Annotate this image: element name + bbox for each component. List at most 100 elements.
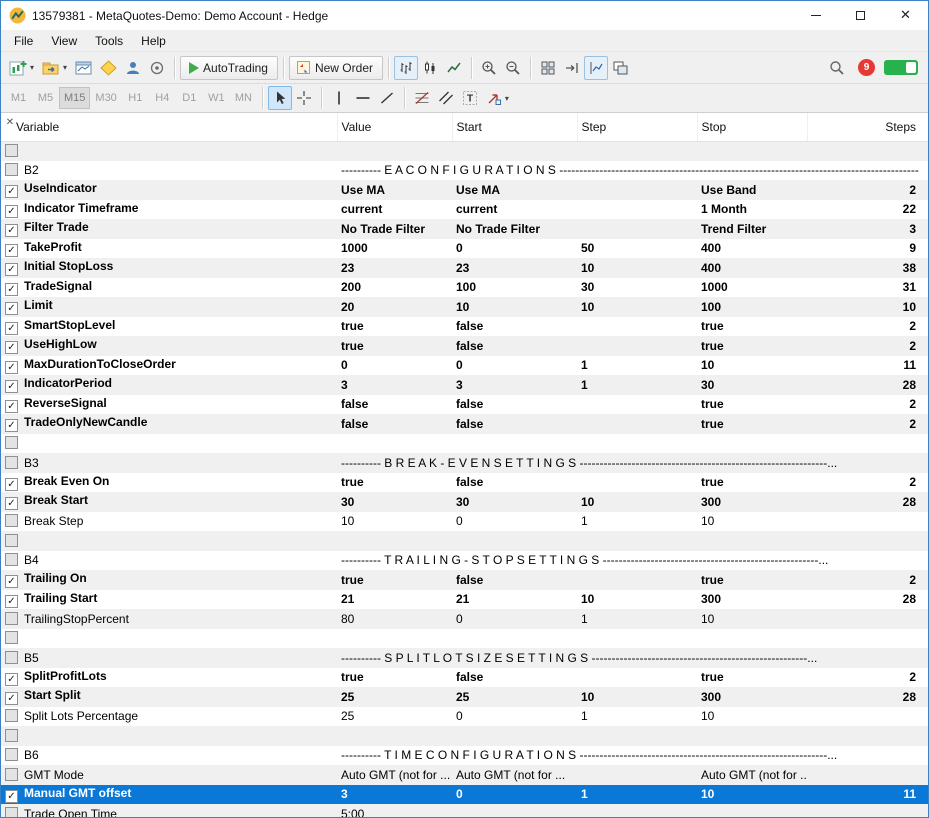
row-checkbox[interactable]: ✓	[5, 244, 18, 257]
row-checkbox[interactable]	[5, 651, 18, 664]
row-checkbox[interactable]	[5, 456, 18, 469]
close-button[interactable]: ✕	[883, 1, 928, 30]
param-row[interactable]: ✓TradeSignal20010030100031	[1, 278, 928, 298]
bar-chart-button[interactable]	[394, 56, 418, 80]
minimize-button[interactable]	[793, 1, 838, 30]
param-row[interactable]: ✓Indicator Timeframecurrentcurrent1 Mont…	[1, 200, 928, 220]
vertical-line-button[interactable]	[327, 86, 351, 110]
new-chart-button[interactable]: ▾	[5, 56, 38, 80]
row-checkbox[interactable]: ✓	[5, 283, 18, 296]
horizontal-line-button[interactable]	[351, 86, 375, 110]
param-row[interactable]: ✓Initial StopLoss23231040038	[1, 258, 928, 278]
col-header-stop[interactable]: Stop	[697, 113, 807, 141]
row-checkbox[interactable]: ✓	[5, 341, 18, 354]
param-row[interactable]: ✓SmartStopLeveltruefalsetrue2	[1, 317, 928, 337]
param-row[interactable]: ✓Limit20101010010	[1, 297, 928, 317]
search-button[interactable]	[825, 56, 849, 80]
row-checkbox[interactable]: ✓	[5, 692, 18, 705]
row-checkbox[interactable]	[5, 144, 18, 157]
timeframe-w1[interactable]: W1	[203, 87, 230, 109]
profiles-button[interactable]: ▾	[38, 56, 71, 80]
spacer-row[interactable]	[1, 726, 928, 746]
row-checkbox[interactable]: ✓	[5, 575, 18, 588]
section-row[interactable]: B3---------- B R E A K - E V E N S E T T…	[1, 453, 928, 473]
row-checkbox[interactable]: ✓	[5, 497, 18, 510]
param-row[interactable]: Trade Open Time5:00	[1, 804, 928, 817]
param-row[interactable]: Split Lots Percentage250110	[1, 707, 928, 727]
cascade-windows-button[interactable]	[608, 56, 633, 80]
section-row[interactable]: B2---------- E A C O N F I G U R A T I O…	[1, 161, 928, 181]
row-checkbox[interactable]: ✓	[5, 322, 18, 335]
row-checkbox[interactable]: ✓	[5, 205, 18, 218]
fibonacci-button[interactable]	[410, 86, 434, 110]
section-row[interactable]: B5---------- S P L I T L O T S I Z E S E…	[1, 648, 928, 668]
autotrading-button[interactable]: AutoTrading	[180, 56, 278, 80]
param-row[interactable]: ✓SplitProfitLotstruefalsetrue2	[1, 668, 928, 688]
section-row[interactable]: B6---------- T I M E C O N F I G U R A T…	[1, 746, 928, 766]
row-checkbox[interactable]	[5, 709, 18, 722]
text-button[interactable]: T	[458, 86, 482, 110]
row-checkbox[interactable]	[5, 436, 18, 449]
row-checkbox[interactable]: ✓	[5, 380, 18, 393]
col-header-start[interactable]: Start	[452, 113, 577, 141]
timeframe-h1[interactable]: H1	[122, 87, 149, 109]
candlestick-chart-button[interactable]	[418, 56, 442, 80]
cursor-button[interactable]	[268, 86, 292, 110]
param-row[interactable]: GMT ModeAuto GMT (not for ...Auto GMT (n…	[1, 765, 928, 785]
row-checkbox[interactable]: ✓	[5, 595, 18, 608]
row-checkbox[interactable]: ✓	[5, 478, 18, 491]
section-row[interactable]: B4---------- T R A I L I N G - S T O P S…	[1, 551, 928, 571]
maximize-button[interactable]	[838, 1, 883, 30]
timeframe-m15[interactable]: M15	[59, 87, 90, 109]
menu-view[interactable]: View	[42, 32, 86, 50]
tile-windows-button[interactable]	[536, 56, 560, 80]
param-row[interactable]: ✓Trailing Start21211030028	[1, 590, 928, 610]
param-row[interactable]: ✓UseHighLowtruefalsetrue2	[1, 336, 928, 356]
row-checkbox[interactable]	[5, 534, 18, 547]
row-checkbox[interactable]	[5, 631, 18, 644]
param-row[interactable]: ✓IndicatorPeriod3313028	[1, 375, 928, 395]
timeframe-m30[interactable]: M30	[90, 87, 121, 109]
line-chart-button[interactable]	[442, 56, 466, 80]
col-header-steps[interactable]: Steps	[807, 113, 928, 141]
row-checkbox[interactable]	[5, 553, 18, 566]
row-checkbox[interactable]: ✓	[5, 224, 18, 237]
row-checkbox[interactable]	[5, 768, 18, 781]
chart-window-button[interactable]	[71, 56, 96, 80]
timeframe-mn[interactable]: MN	[230, 87, 257, 109]
col-header-step[interactable]: Step	[577, 113, 697, 141]
param-row[interactable]: ✓ReverseSignalfalsefalsetrue2	[1, 395, 928, 415]
param-row[interactable]: ✓Start Split25251030028	[1, 687, 928, 707]
col-header-variable[interactable]: Variable	[1, 113, 337, 141]
row-checkbox[interactable]: ✓	[5, 400, 18, 413]
zoom-in-button[interactable]	[477, 56, 501, 80]
auto-scroll-button[interactable]	[560, 56, 584, 80]
param-row[interactable]: Break Step100110	[1, 512, 928, 532]
param-row[interactable]: ✓TakeProfit10000504009	[1, 239, 928, 259]
param-row[interactable]: ✓Filter TradeNo Trade FilterNo Trade Fil…	[1, 219, 928, 239]
spacer-row[interactable]	[1, 141, 928, 161]
row-checkbox[interactable]	[5, 514, 18, 527]
trendline-button[interactable]	[375, 86, 399, 110]
row-checkbox[interactable]: ✓	[5, 302, 18, 315]
menu-tools[interactable]: Tools	[86, 32, 132, 50]
timeframe-m1[interactable]: M1	[5, 87, 32, 109]
spacer-row[interactable]	[1, 531, 928, 551]
notifications-badge[interactable]: 9	[858, 59, 875, 76]
row-checkbox[interactable]	[5, 612, 18, 625]
channel-button[interactable]	[434, 86, 458, 110]
param-row[interactable]: ✓Manual GMT offset3011011	[1, 785, 928, 805]
menu-help[interactable]: Help	[132, 32, 175, 50]
crosshair-button[interactable]	[292, 86, 316, 110]
row-checkbox[interactable]	[5, 748, 18, 761]
spacer-row[interactable]	[1, 434, 928, 454]
param-row[interactable]: ✓Break Start30301030028	[1, 492, 928, 512]
timeframe-m5[interactable]: M5	[32, 87, 59, 109]
param-row[interactable]: ✓Break Even Ontruefalsetrue2	[1, 473, 928, 493]
param-row[interactable]: ✓Trailing Ontruefalsetrue2	[1, 570, 928, 590]
timeframe-h4[interactable]: H4	[149, 87, 176, 109]
param-row[interactable]: TrailingStopPercent800110	[1, 609, 928, 629]
connection-toggle[interactable]	[884, 60, 918, 75]
param-row[interactable]: ✓MaxDurationToCloseOrder0011011	[1, 356, 928, 376]
row-checkbox[interactable]: ✓	[5, 185, 18, 198]
